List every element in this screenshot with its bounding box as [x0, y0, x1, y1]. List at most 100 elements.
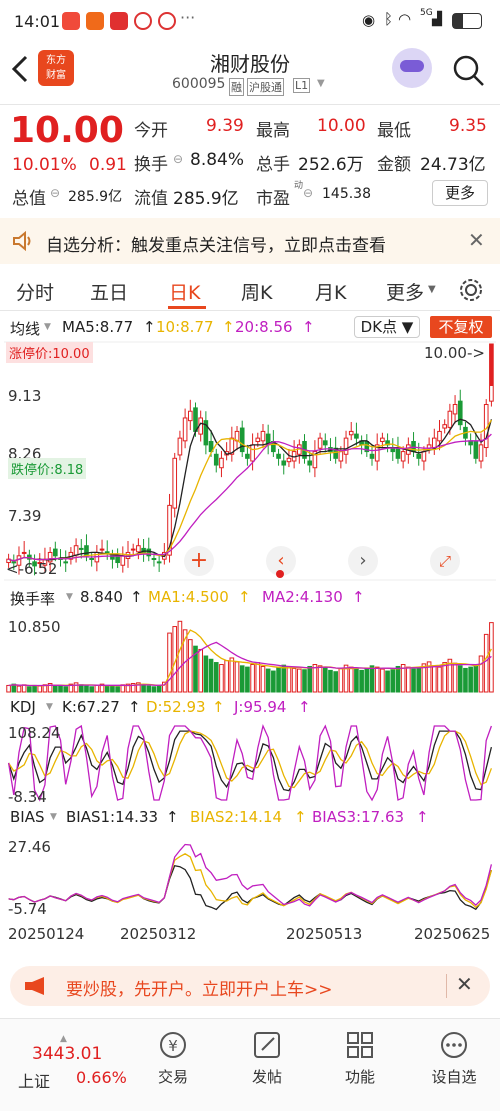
weibo-icon	[158, 12, 176, 30]
settings-gear-icon[interactable]	[458, 277, 484, 303]
expand-up-icon[interactable]: ▲	[60, 1034, 67, 1044]
high-label: 最高	[256, 121, 290, 141]
turnover-bar	[359, 669, 364, 693]
turnover-bar	[302, 669, 307, 693]
last-candle-marker	[490, 344, 493, 386]
dropdown-icon[interactable]: ▼	[317, 78, 325, 89]
turnover-bar	[452, 662, 458, 693]
turnover-bar	[411, 668, 416, 693]
open-label: 今开	[134, 121, 168, 141]
date-label: 20250124	[8, 925, 85, 943]
tab-more[interactable]: 更多	[386, 278, 424, 305]
index-percent[interactable]: 0.66%	[76, 1068, 127, 1087]
nav-functions[interactable]: 功能	[320, 1030, 400, 1087]
turnover-bar	[53, 684, 58, 693]
kdj-chart[interactable]	[0, 722, 500, 804]
fullscreen-icon[interactable]: ⤢	[430, 546, 460, 576]
tab-five-day[interactable]: 五日	[90, 278, 128, 305]
stock-header: 东方 财富 湘财股份 600095 融 沪股通 L1 ▼	[0, 42, 500, 104]
turnover-bar	[338, 667, 344, 693]
info-icon[interactable]: ⊖	[303, 186, 313, 200]
more-circle-icon	[441, 1032, 467, 1058]
amount-value: 24.73亿	[420, 155, 486, 175]
turnover-bar	[151, 686, 157, 693]
turnover-bar	[177, 620, 183, 693]
candle-body	[53, 548, 58, 557]
dropdown-icon[interactable]: ▼	[428, 284, 436, 295]
position-dot	[276, 570, 284, 578]
turnover-bar	[463, 667, 468, 693]
turnover-bar	[385, 670, 390, 693]
close-icon[interactable]: ✕	[468, 228, 485, 252]
turnover-chart[interactable]	[0, 610, 500, 694]
add-indicator-button[interactable]: +	[184, 546, 214, 576]
high-value: 10.00	[317, 116, 366, 136]
nav-label: 设自选	[431, 1068, 477, 1086]
bias-chart[interactable]	[0, 832, 500, 918]
float-label: 流值	[134, 189, 168, 209]
turnover-bar	[354, 668, 359, 693]
turnover-bar	[94, 684, 100, 693]
turnover-bar	[390, 669, 396, 693]
date-label: 20250312	[120, 925, 197, 943]
candle-body	[177, 437, 183, 456]
turnover-bar	[141, 684, 146, 693]
nav-post[interactable]: 发帖	[227, 1030, 307, 1087]
candle-body	[99, 548, 105, 551]
nav-trade[interactable]: ¥ 交易	[133, 1030, 213, 1087]
search-icon[interactable]	[452, 54, 486, 88]
candle-body	[21, 551, 27, 554]
next-button[interactable]: ›	[348, 546, 378, 576]
turnover-bar	[317, 665, 323, 693]
info-icon[interactable]: ⊖	[173, 152, 183, 166]
info-icon[interactable]: ⊖	[50, 186, 60, 200]
nav-watchlist[interactable]: 设自选	[414, 1030, 494, 1087]
bias-axis-max: 27.46	[8, 838, 51, 856]
turnover-bar	[187, 639, 193, 693]
kdj-chart-title[interactable]: KDJ	[10, 698, 36, 716]
dropdown-icon[interactable]: ▼	[44, 322, 51, 332]
dk-point-button[interactable]: DK点 ▼	[354, 316, 420, 338]
robot-assistant-icon[interactable]	[392, 48, 432, 88]
close-icon[interactable]: ✕	[456, 972, 473, 996]
tab-intraday[interactable]: 分时	[16, 278, 54, 305]
index-value[interactable]: 3443.01	[32, 1044, 102, 1064]
turnover-chart-title[interactable]: 换手率	[10, 588, 55, 609]
dropdown-icon[interactable]: ▼	[50, 812, 57, 822]
status-bar: 14:01 ··· ◉ ᛒ ◠ 5G ▟	[0, 0, 500, 42]
bias2-line	[8, 853, 493, 909]
more-button[interactable]: 更多	[432, 180, 488, 206]
pe-value: 145.38	[322, 186, 371, 202]
pe-label: 市盈	[256, 189, 290, 209]
ma-legend-title[interactable]: 均线	[10, 318, 40, 339]
tab-weekly-k[interactable]: 周K	[241, 278, 272, 305]
tab-daily-k[interactable]: 日K	[169, 278, 200, 305]
turnover-bar	[395, 665, 401, 693]
speaker-icon	[13, 231, 31, 251]
bias-chart-title[interactable]: BIAS	[10, 808, 45, 826]
candle-body	[322, 440, 328, 446]
adjust-button[interactable]: 不复权	[430, 316, 492, 338]
kdj-j: J:95.94	[234, 698, 287, 716]
turnover-bar	[312, 664, 318, 693]
dropdown-icon[interactable]: ▼	[46, 702, 53, 712]
index-name[interactable]: 上证	[18, 1068, 50, 1092]
candle-body	[338, 451, 344, 462]
open-account-banner[interactable]: 要炒股，先开户。立即开户上车>> ✕	[10, 966, 490, 1006]
turnover-ma1: MA1:4.500	[148, 588, 229, 606]
kdj-axis-max: 108.24	[8, 724, 61, 742]
turnover-bar	[348, 666, 354, 693]
change-value: 0.91	[89, 155, 127, 175]
notice-text: 自选分析：触发重点关注信号，立即点击查看	[46, 236, 386, 256]
candle-body	[276, 453, 281, 459]
dropdown-icon[interactable]: ▼	[66, 592, 73, 602]
turnover-bar	[245, 666, 250, 693]
candle-body	[172, 457, 178, 509]
turnover-bar	[457, 665, 463, 693]
notice-bar[interactable]: 自选分析：触发重点关注信号，立即点击查看 ✕	[0, 218, 500, 264]
amount-label: 金额	[377, 155, 411, 175]
turnover-bar	[369, 665, 375, 693]
candle-body	[182, 417, 188, 442]
turnover-bar	[198, 648, 203, 693]
tab-monthly-k[interactable]: 月K	[315, 278, 346, 305]
